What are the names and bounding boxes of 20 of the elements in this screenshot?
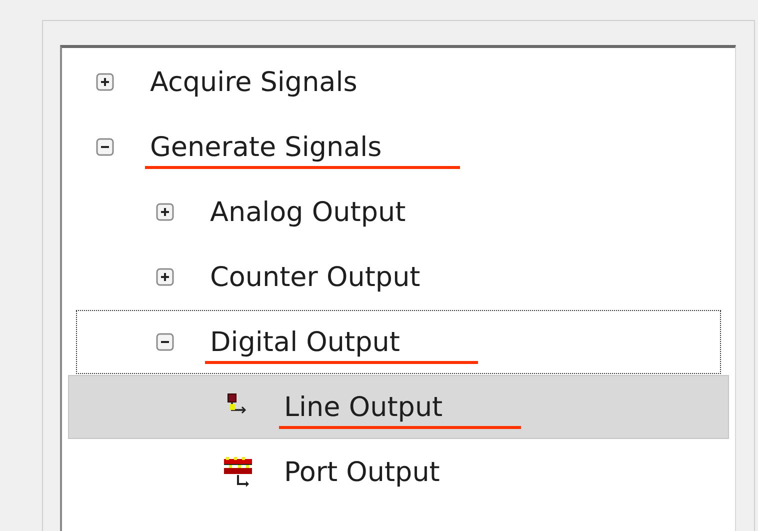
collapse-icon[interactable]: [96, 138, 114, 156]
digital-port-icon: [224, 455, 252, 489]
tree-item[interactable]: Analog Output: [68, 180, 729, 244]
item-label: Counter Output: [210, 262, 420, 292]
tree-item[interactable]: Acquire Signals: [68, 50, 729, 114]
expand-icon[interactable]: [156, 268, 174, 286]
tree-item[interactable]: Counter Output: [68, 245, 729, 309]
item-label: Port Output: [284, 456, 440, 488]
tree-item[interactable]: Generate Signals: [68, 115, 729, 179]
item-label: Analog Output: [210, 196, 406, 228]
collapse-icon[interactable]: [156, 333, 174, 351]
expand-icon[interactable]: [96, 73, 114, 91]
tree-item[interactable]: Line Output: [68, 375, 729, 439]
tree-item[interactable]: Digital Output: [76, 310, 721, 374]
item-label: Generate Signals: [150, 132, 382, 162]
item-label: Line Output: [284, 392, 443, 422]
tree-item[interactable]: Port Output: [68, 440, 729, 504]
item-label: Acquire Signals: [150, 66, 358, 98]
item-label: Digital Output: [210, 326, 400, 358]
expand-icon[interactable]: [156, 203, 174, 221]
